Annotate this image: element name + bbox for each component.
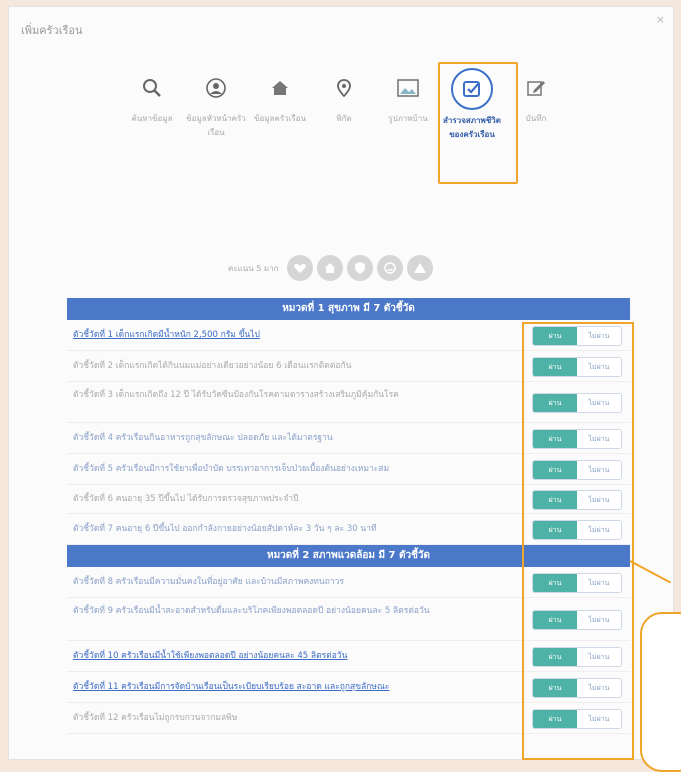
active-step-highlight bbox=[438, 62, 518, 184]
category-header: หมวดที่ 1 สุขภาพ มี 7 ตัวชี้วัด bbox=[67, 298, 630, 320]
heart-icon[interactable] bbox=[286, 255, 313, 281]
step-location[interactable]: พิกัด bbox=[312, 68, 376, 126]
wizard-steps: ค้นหาข้อมูล ข้อมูลหัวหน้าครัวเรือน ข้อมู… bbox=[120, 68, 590, 188]
home-circle-icon[interactable] bbox=[316, 255, 343, 281]
step-label: ข้อมูลหัวหน้าครัวเรือน bbox=[186, 114, 246, 137]
indicator-text[interactable]: ตัวชี้วัดที่ 11 ครัวเรือนมีการจัดบ้านเรื… bbox=[73, 680, 513, 694]
toggle-column-highlight bbox=[522, 322, 634, 760]
indicator-text[interactable]: ตัวชี้วัดที่ 2 เด็กแรกเกิดได้กินนมแม่อย่… bbox=[73, 359, 513, 373]
indicator-text[interactable]: ตัวชี้วัดที่ 8 ครัวเรือนมีความมั่นคงในที… bbox=[73, 575, 513, 589]
step-search[interactable]: ค้นหาข้อมูล bbox=[120, 68, 184, 126]
rating-bar: คะแนน 5 มาก bbox=[228, 253, 433, 283]
user-icon bbox=[196, 68, 236, 108]
triangle-icon[interactable] bbox=[406, 255, 433, 281]
close-button[interactable]: × bbox=[656, 13, 665, 26]
step-label: ข้อมูลครัวเรือน bbox=[254, 114, 306, 123]
step-label: พิกัด bbox=[336, 114, 352, 123]
indicator-text[interactable]: ตัวชี้วัดที่ 10 ครัวเรือนมีน้ำใช้เพียงพอ… bbox=[73, 649, 513, 663]
indicator-text[interactable]: ตัวชี้วัดที่ 6 คนอายุ 35 ปีขึ้นไป ได้รับ… bbox=[73, 492, 513, 506]
indicator-text[interactable]: ตัวชี้วัดที่ 5 ครัวเรือนมีการใช้ยาเพื่อบ… bbox=[73, 462, 513, 476]
indicator-text[interactable]: ตัวชี้วัดที่ 12 ครัวเรือนไม่ถูกรบกวนจากม… bbox=[73, 711, 513, 725]
indicator-text[interactable]: ตัวชี้วัดที่ 4 ครัวเรือนกินอาหารถูกสุขลั… bbox=[73, 431, 513, 445]
step-photo[interactable]: รูปภาพบ้าน bbox=[376, 68, 440, 126]
callout-box bbox=[640, 612, 681, 772]
indicator-text[interactable]: ตัวชี้วัดที่ 7 คนอายุ 6 ปีขึ้นไป ออกกำลั… bbox=[73, 522, 513, 536]
shield-icon[interactable] bbox=[346, 255, 373, 281]
step-household[interactable]: ข้อมูลครัวเรือน bbox=[248, 68, 312, 126]
indicator-text[interactable]: ตัวชี้วัดที่ 9 ครัวเรือนมีน้ำสะอาดสำหรับ… bbox=[73, 604, 513, 618]
image-icon bbox=[388, 68, 428, 108]
step-label: รูปภาพบ้าน bbox=[388, 114, 428, 123]
indicator-text[interactable]: ตัวชี้วัดที่ 1 เด็กแรกเกิดมีน้ำหนัก 2,50… bbox=[73, 328, 513, 342]
page: เพิ่มครัวเรือน × ค้นหาข้อมูล ข้อมูลหัวหน… bbox=[0, 0, 681, 772]
edit-icon bbox=[516, 68, 556, 108]
smile-icon[interactable] bbox=[376, 255, 403, 281]
dialog-title: เพิ่มครัวเรือน bbox=[21, 24, 83, 37]
step-head[interactable]: ข้อมูลหัวหน้าครัวเรือน bbox=[184, 68, 248, 140]
indicator-text[interactable]: ตัวชี้วัดที่ 3 เด็กแรกเกิดถึง 12 ปี ได้ร… bbox=[73, 388, 513, 402]
search-icon bbox=[132, 68, 172, 108]
step-label: ค้นหาข้อมูล bbox=[131, 114, 173, 123]
home-icon bbox=[260, 68, 300, 108]
location-icon bbox=[324, 68, 364, 108]
rating-label: คะแนน 5 มาก bbox=[228, 263, 279, 273]
